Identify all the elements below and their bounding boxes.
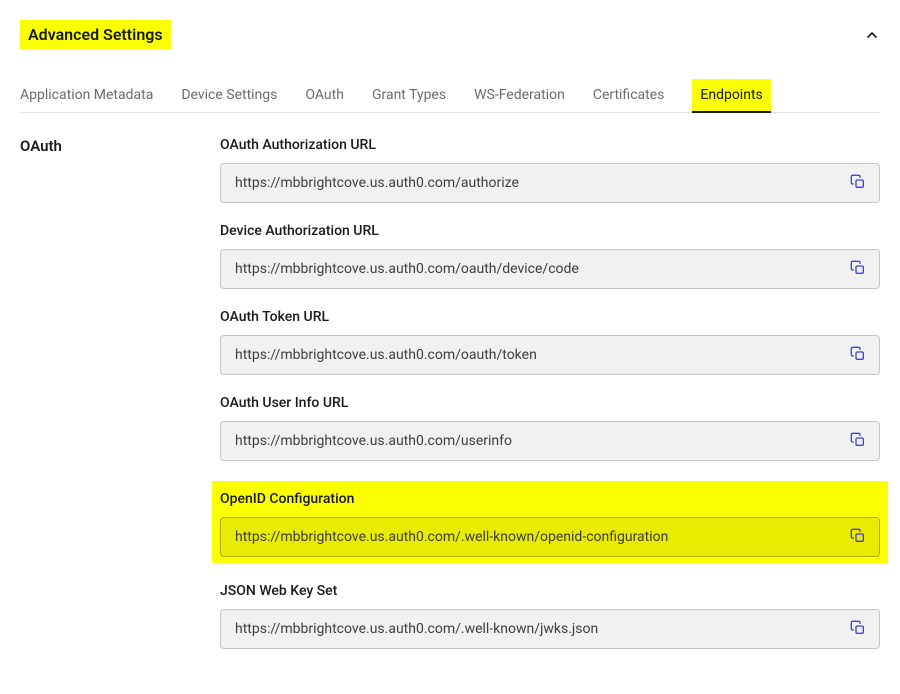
copy-button[interactable] [846, 429, 870, 453]
field-input[interactable] [220, 249, 880, 289]
tab-certificates[interactable]: Certificates [593, 79, 665, 113]
tab-grant-types[interactable]: Grant Types [372, 79, 446, 113]
copy-icon [850, 174, 866, 193]
tab-application-metadata[interactable]: Application Metadata [20, 79, 153, 113]
field-input[interactable] [220, 421, 880, 461]
copy-button[interactable] [846, 617, 870, 641]
field-input-wrap [220, 163, 880, 203]
field-input-wrap [220, 517, 880, 557]
left-column: OAuth [20, 137, 200, 669]
field-input[interactable] [220, 335, 880, 375]
copy-icon [850, 346, 866, 365]
field-oauth-token-url: OAuth Token URL [220, 309, 880, 375]
tab-oauth[interactable]: OAuth [305, 79, 344, 113]
field-input[interactable] [220, 517, 880, 557]
copy-icon [850, 260, 866, 279]
field-label: OAuth User Info URL [220, 395, 880, 411]
field-label: Device Authorization URL [220, 223, 880, 239]
tab-endpoints[interactable]: Endpoints [692, 79, 770, 113]
tab-device-settings[interactable]: Device Settings [181, 79, 277, 113]
field-openid-configuration: OpenID Configuration [212, 481, 888, 563]
tab-ws-federation[interactable]: WS-Federation [474, 79, 565, 113]
field-label: OAuth Authorization URL [220, 137, 880, 153]
right-column: OAuth Authorization URL Device Authoriza… [220, 137, 880, 669]
copy-icon [850, 620, 866, 639]
copy-icon [850, 432, 866, 451]
copy-button[interactable] [846, 171, 870, 195]
section-header[interactable]: Advanced Settings [20, 20, 880, 49]
field-input[interactable] [220, 163, 880, 203]
field-input-wrap [220, 249, 880, 289]
copy-button[interactable] [846, 525, 870, 549]
section-heading: OAuth [20, 137, 200, 155]
section-title: Advanced Settings [20, 20, 171, 49]
field-label: OAuth Token URL [220, 309, 880, 325]
field-oauth-authorization-url: OAuth Authorization URL [220, 137, 880, 203]
field-label: JSON Web Key Set [220, 583, 880, 599]
content: OAuth OAuth Authorization URL Device Aut… [20, 137, 880, 669]
field-input[interactable] [220, 609, 880, 649]
field-input-wrap [220, 609, 880, 649]
copy-button[interactable] [846, 343, 870, 367]
copy-icon [850, 528, 866, 547]
copy-button[interactable] [846, 257, 870, 281]
field-input-wrap [220, 335, 880, 375]
tabs: Application Metadata Device Settings OAu… [20, 79, 880, 113]
field-oauth-user-info-url: OAuth User Info URL [220, 395, 880, 461]
chevron-up-icon [864, 27, 880, 43]
field-json-web-key-set: JSON Web Key Set [220, 583, 880, 649]
field-label: OpenID Configuration [220, 491, 880, 507]
field-device-authorization-url: Device Authorization URL [220, 223, 880, 289]
field-input-wrap [220, 421, 880, 461]
